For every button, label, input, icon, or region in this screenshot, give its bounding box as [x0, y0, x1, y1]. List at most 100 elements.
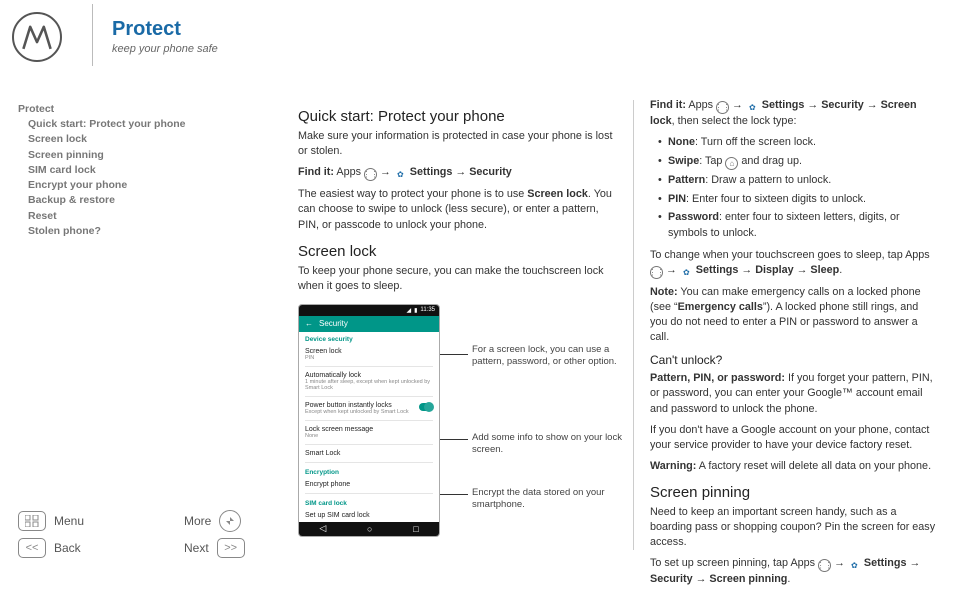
body-text: To set up screen pinning, tap Apps ⋮⋮ → … — [650, 556, 938, 587]
row-title: Power button instantly locks — [305, 402, 433, 409]
divider — [305, 493, 433, 494]
phone-navbar: ◁ ○ □ — [299, 522, 439, 536]
callout-text: For a screen lock, you can use a pattern… — [472, 344, 622, 368]
setting-row-lock-message[interactable]: Lock screen message None — [299, 423, 439, 442]
gear-icon: ✿ — [394, 168, 407, 181]
body-text: The easiest way to protect your phone is… — [298, 187, 616, 232]
setting-row-screen-lock[interactable]: Screen lock PIN — [299, 345, 439, 364]
row-subtitle: PIN — [305, 355, 433, 361]
more-icon[interactable] — [219, 510, 241, 532]
text: Apps — [688, 99, 713, 111]
row-subtitle: None — [305, 433, 433, 439]
setting-row-sim-lock[interactable]: Set up SIM card lock — [299, 509, 439, 522]
appbar-title: Security — [319, 319, 348, 328]
note-text: Note: You can make emergency calls on a … — [650, 285, 938, 345]
next-label[interactable]: Next — [184, 541, 209, 555]
phone-frame: ◢ ▮ 11:35 ← Security Device security Scr… — [298, 304, 440, 537]
setting-row-encrypt[interactable]: Encrypt phone — [299, 478, 439, 491]
body-text: Pattern, PIN, or password: If you forget… — [650, 371, 938, 416]
nav-back-icon[interactable]: ◁ — [319, 523, 326, 534]
warning-text: Warning: A factory reset will delete all… — [650, 459, 938, 474]
row-title: Automatically lock — [305, 372, 433, 379]
text: To change when your touchscreen goes to … — [650, 249, 930, 261]
header-divider — [92, 4, 93, 66]
apps-icon: ⋮⋮ — [716, 101, 729, 114]
heading-cant-unlock: Can't unlock? — [650, 353, 938, 367]
text: Settings — [864, 557, 907, 569]
divider — [305, 444, 433, 445]
text: A factory reset will delete all data on … — [696, 460, 931, 472]
section-header: Device security — [299, 332, 439, 345]
back-arrow-icon[interactable]: ← — [305, 319, 313, 328]
content-column-2: Find it: Apps ⋮⋮ → ✿ Settings → Security… — [650, 98, 938, 594]
toc-item[interactable]: Encrypt your phone — [28, 178, 208, 193]
nav-home-icon[interactable]: ○ — [367, 524, 372, 534]
body-text: To change when your touchscreen goes to … — [650, 248, 938, 279]
apps-icon: ⋮⋮ — [650, 266, 663, 279]
callout-line — [440, 439, 468, 440]
body-text: Need to keep an important screen handy, … — [650, 505, 938, 550]
setting-row-auto-lock[interactable]: Automatically lock 1 minute after sleep,… — [299, 369, 439, 394]
text: Pattern, PIN, or password: — [650, 372, 785, 384]
toc-item[interactable]: Backup & restore — [28, 193, 208, 208]
text: Screen lock — [527, 188, 588, 200]
toggle-switch[interactable] — [419, 403, 433, 411]
nav-recent-icon[interactable]: □ — [413, 524, 418, 534]
toc-item[interactable]: Stolen phone? — [28, 224, 208, 239]
text: Screen pinning — [709, 573, 787, 585]
signal-icon: ◢ — [406, 307, 411, 314]
menu-label[interactable]: Menu — [54, 514, 144, 528]
text: Swipe — [668, 155, 699, 167]
lock-icon: ⌂ — [725, 157, 738, 170]
heading-quick-start: Quick start: Protect your phone — [298, 108, 616, 125]
motorola-logo — [12, 12, 62, 62]
back-label[interactable]: Back — [54, 541, 144, 555]
divider — [305, 396, 433, 397]
toc-item[interactable]: Screen pinning — [28, 148, 208, 163]
text: Security — [821, 99, 864, 111]
setting-row-smart-lock[interactable]: Smart Lock — [299, 447, 439, 460]
setting-row-power-lock[interactable]: Power button instantly locks Except when… — [299, 399, 439, 418]
body-text: To keep your phone secure, you can make … — [298, 264, 616, 294]
text: To set up screen pinning, tap Apps — [650, 557, 818, 569]
find-it-label: Find it: — [298, 166, 334, 178]
next-button[interactable]: >> — [217, 538, 245, 558]
text: The easiest way to protect your phone is… — [298, 188, 527, 200]
body-text: Make sure your information is protected … — [298, 129, 616, 159]
menu-icon[interactable] — [18, 511, 46, 531]
find-it-line: Find it: Apps ⋮⋮ → ✿ Settings → Security… — [650, 98, 938, 129]
battery-icon: ▮ — [414, 307, 417, 314]
row-title: Smart Lock — [305, 450, 433, 457]
divider — [305, 420, 433, 421]
list-item: PIN: Enter four to sixteen digits to unl… — [658, 192, 938, 208]
row-title: Lock screen message — [305, 426, 433, 433]
text: PIN — [668, 193, 686, 205]
row-title: Set up SIM card lock — [305, 512, 433, 519]
toc-root[interactable]: Protect — [18, 102, 208, 117]
link-emergency-calls[interactable]: Emergency calls — [678, 301, 763, 313]
text: Sleep — [810, 264, 839, 276]
list-item: None: Turn off the screen lock. — [658, 135, 938, 151]
heading-screen-lock: Screen lock — [298, 243, 616, 260]
lock-type-list: None: Turn off the screen lock. Swipe: T… — [658, 135, 938, 242]
row-subtitle: Except when kept unlocked by Smart Lock — [305, 409, 433, 415]
gear-icon: ✿ — [680, 266, 693, 279]
apps-icon: ⋮⋮ — [818, 559, 831, 572]
text: , then select the lock type: — [672, 115, 797, 127]
text: Settings — [410, 166, 453, 178]
toc-item[interactable]: Screen lock — [28, 132, 208, 147]
text: Display — [755, 264, 793, 276]
heading-screen-pinning: Screen pinning — [650, 484, 938, 501]
text: : Tap — [699, 155, 725, 167]
toc-item[interactable]: Quick start: Protect your phone — [28, 117, 208, 132]
back-button[interactable]: << — [18, 538, 46, 558]
text: Note: — [650, 286, 678, 298]
text: : Enter four to sixteen digits to unlock… — [686, 193, 866, 205]
callout-line — [440, 354, 468, 355]
text: : Turn off the screen lock. — [695, 136, 816, 148]
more-label[interactable]: More — [184, 514, 211, 528]
row-subtitle: 1 minute after sleep, except when kept u… — [305, 379, 433, 391]
toc-item[interactable]: Reset — [28, 209, 208, 224]
gear-icon: ✿ — [746, 101, 759, 114]
toc-item[interactable]: SIM card lock — [28, 163, 208, 178]
